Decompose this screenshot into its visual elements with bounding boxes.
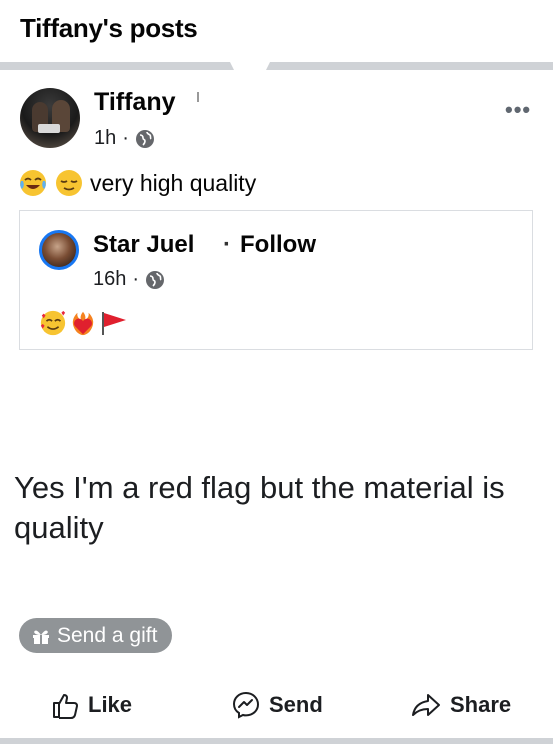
author-name[interactable]: Tiffany: [94, 88, 176, 117]
meta-separator: ·: [132, 268, 140, 290]
meta-separator: ·: [122, 127, 129, 149]
red-flag-emoji: [102, 312, 126, 335]
send-label: Send: [269, 692, 323, 717]
more-options-button[interactable]: •••: [505, 97, 531, 123]
globe-icon[interactable]: [145, 270, 165, 290]
globe-icon[interactable]: [135, 129, 155, 149]
share-button[interactable]: Share: [410, 684, 511, 726]
author-avatar[interactable]: [20, 88, 80, 148]
shared-post-card[interactable]: Star Juel · Follow 16h ·: [19, 210, 533, 350]
page-title: Tiffany's posts: [20, 13, 198, 43]
post-time[interactable]: 1h: [94, 127, 116, 150]
face-with-tears-of-joy-emoji: [20, 170, 46, 196]
like-label: Like: [88, 692, 133, 717]
send-button[interactable]: Send: [231, 684, 323, 726]
send-gift-button[interactable]: Send a gift: [19, 618, 172, 653]
shared-author-avatar[interactable]: [39, 230, 79, 270]
shared-post-meta: 16h ·: [93, 268, 165, 291]
shared-post-emojis: [39, 309, 131, 337]
post-meta: 1h ·: [94, 127, 155, 150]
section-divider: [0, 62, 553, 70]
post-actions-bar: Like Send Share: [0, 684, 553, 726]
thumbs-up-icon: [53, 694, 78, 719]
section-divider: [0, 738, 553, 744]
verified-mark: [197, 92, 199, 102]
page-header: Tiffany's posts: [0, 0, 553, 62]
shared-author-name[interactable]: Star Juel: [93, 231, 194, 259]
heart-on-fire-emoji: [72, 311, 94, 336]
shared-post-time[interactable]: 16h: [93, 268, 126, 291]
send-gift-label: Send a gift: [57, 623, 158, 647]
share-label: Share: [450, 692, 512, 717]
smiling-face-with-hearts-emoji: [40, 310, 66, 336]
share-arrow-icon: [412, 694, 440, 716]
relieved-face-emoji: [56, 170, 82, 196]
shared-image-text: Yes I'm a red flag but the material is q…: [14, 470, 505, 545]
gift-icon: [33, 630, 49, 644]
post-text: very high quality: [90, 169, 257, 196]
messenger-icon: [232, 691, 260, 719]
post-caption: very high quality: [18, 168, 256, 198]
name-separator: ·: [223, 231, 231, 258]
like-button[interactable]: Like: [50, 684, 132, 726]
follow-button[interactable]: Follow: [240, 231, 316, 259]
